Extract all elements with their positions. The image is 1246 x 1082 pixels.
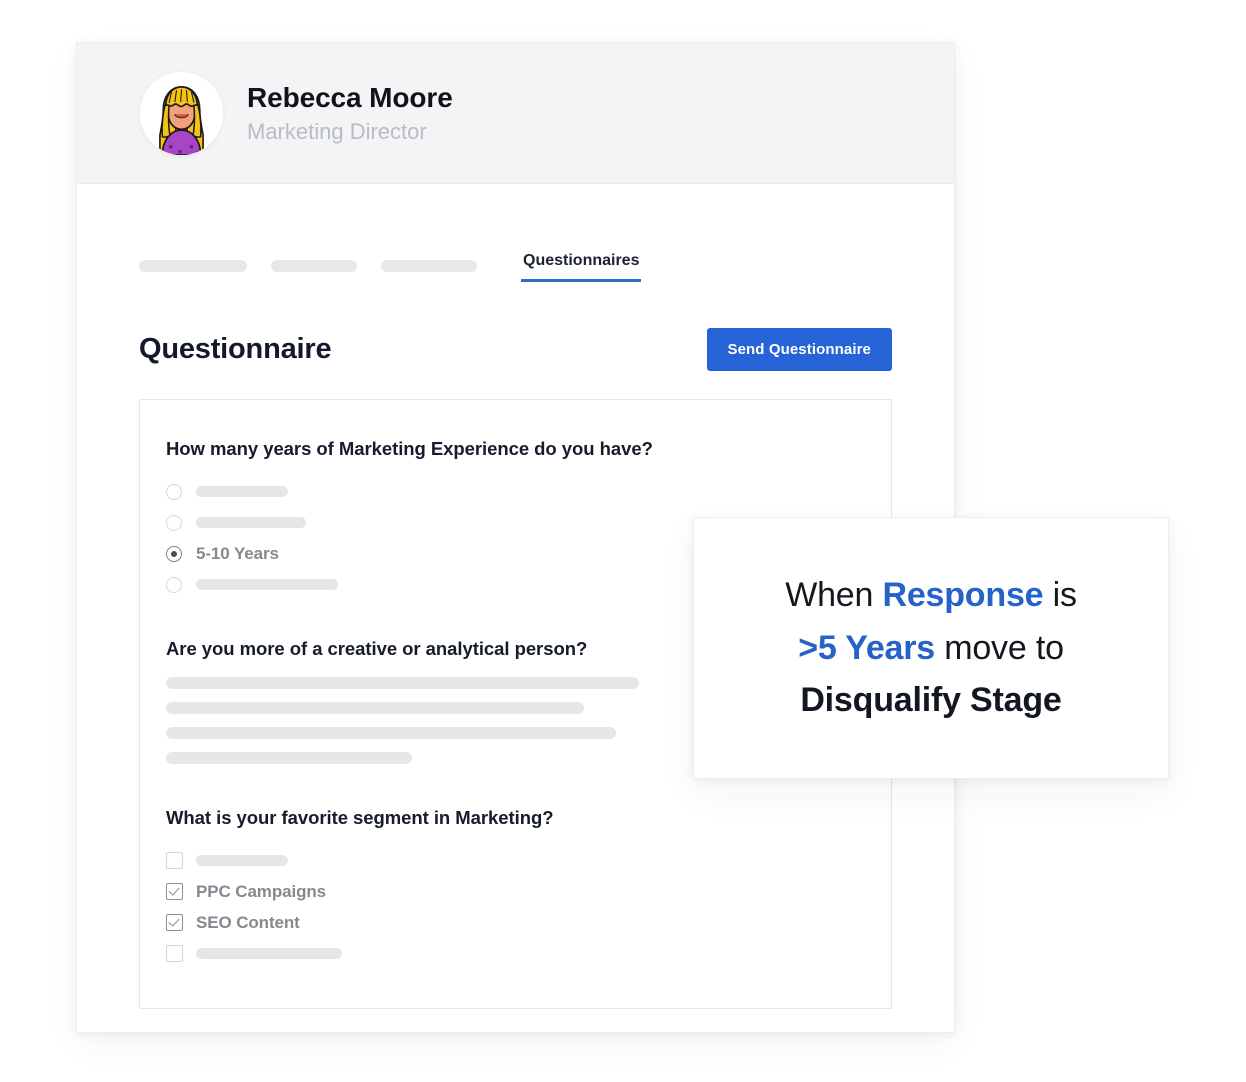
checkbox-option-label: PPC Campaigns [196,882,326,902]
option-placeholder-bar [196,517,306,528]
tab-bar: Questionnaires [139,246,892,282]
radio-icon[interactable] [166,577,182,593]
checkbox-icon[interactable] [166,852,183,869]
profile-header: Rebecca Moore Marketing Director [77,43,954,184]
avatar-illustration-icon [140,72,223,155]
checkbox-option-2-checked[interactable]: PPC Campaigns [166,876,891,907]
checkbox-checked-icon[interactable] [166,883,183,900]
checkbox-option-3-checked[interactable]: SEO Content [166,907,891,938]
tab-questionnaires[interactable]: Questionnaires [521,252,641,282]
callout-line-3: Disqualify Stage [800,674,1061,727]
option-placeholder-bar [196,579,338,590]
checkbox-option-label: SEO Content [196,913,300,933]
tab-placeholder-1[interactable] [139,260,247,272]
rule-callout-card: When Response is >5 Years move to Disqua… [693,517,1169,779]
tab-placeholder-3[interactable] [381,260,477,272]
checkbox-option-1[interactable] [166,845,891,876]
radio-option-label: 5-10 Years [196,544,279,564]
radio-option-1[interactable] [166,476,891,507]
checkbox-icon[interactable] [166,945,183,962]
callout-line-2: >5 Years move to [798,622,1064,675]
checkbox-checked-icon[interactable] [166,914,183,931]
answer-placeholder-line [166,727,616,739]
radio-selected-icon[interactable] [166,546,182,562]
profile-role: Marketing Director [247,119,453,144]
option-placeholder-bar [196,855,288,866]
send-questionnaire-button[interactable]: Send Questionnaire [707,328,893,371]
question-3-text: What is your favorite segment in Marketi… [166,807,891,829]
answer-placeholder-line [166,702,584,714]
page-title: Questionnaire [139,333,331,366]
radio-icon[interactable] [166,515,182,531]
option-placeholder-bar [196,486,288,497]
callout-line-1: When Response is [785,569,1077,622]
answer-placeholder-line [166,677,639,689]
option-placeholder-bar [196,948,342,959]
checkbox-option-4[interactable] [166,938,891,969]
profile-text: Rebecca Moore Marketing Director [247,82,453,145]
question-1-text: How many years of Marketing Experience d… [166,438,891,460]
tab-placeholder-2[interactable] [271,260,357,272]
radio-icon[interactable] [166,484,182,500]
question-3-options: PPC Campaigns SEO Content [166,845,891,969]
profile-name: Rebecca Moore [247,82,453,113]
avatar [139,71,224,156]
callout-moveto-text: move to [935,629,1064,667]
callout-response-highlight: Response [882,576,1043,614]
callout-when-text: When [785,576,882,614]
callout-value-highlight: >5 Years [798,629,935,667]
answer-placeholder-line [166,752,412,764]
callout-is-text: is [1043,576,1076,614]
section-header: Questionnaire Send Questionnaire [139,328,892,371]
